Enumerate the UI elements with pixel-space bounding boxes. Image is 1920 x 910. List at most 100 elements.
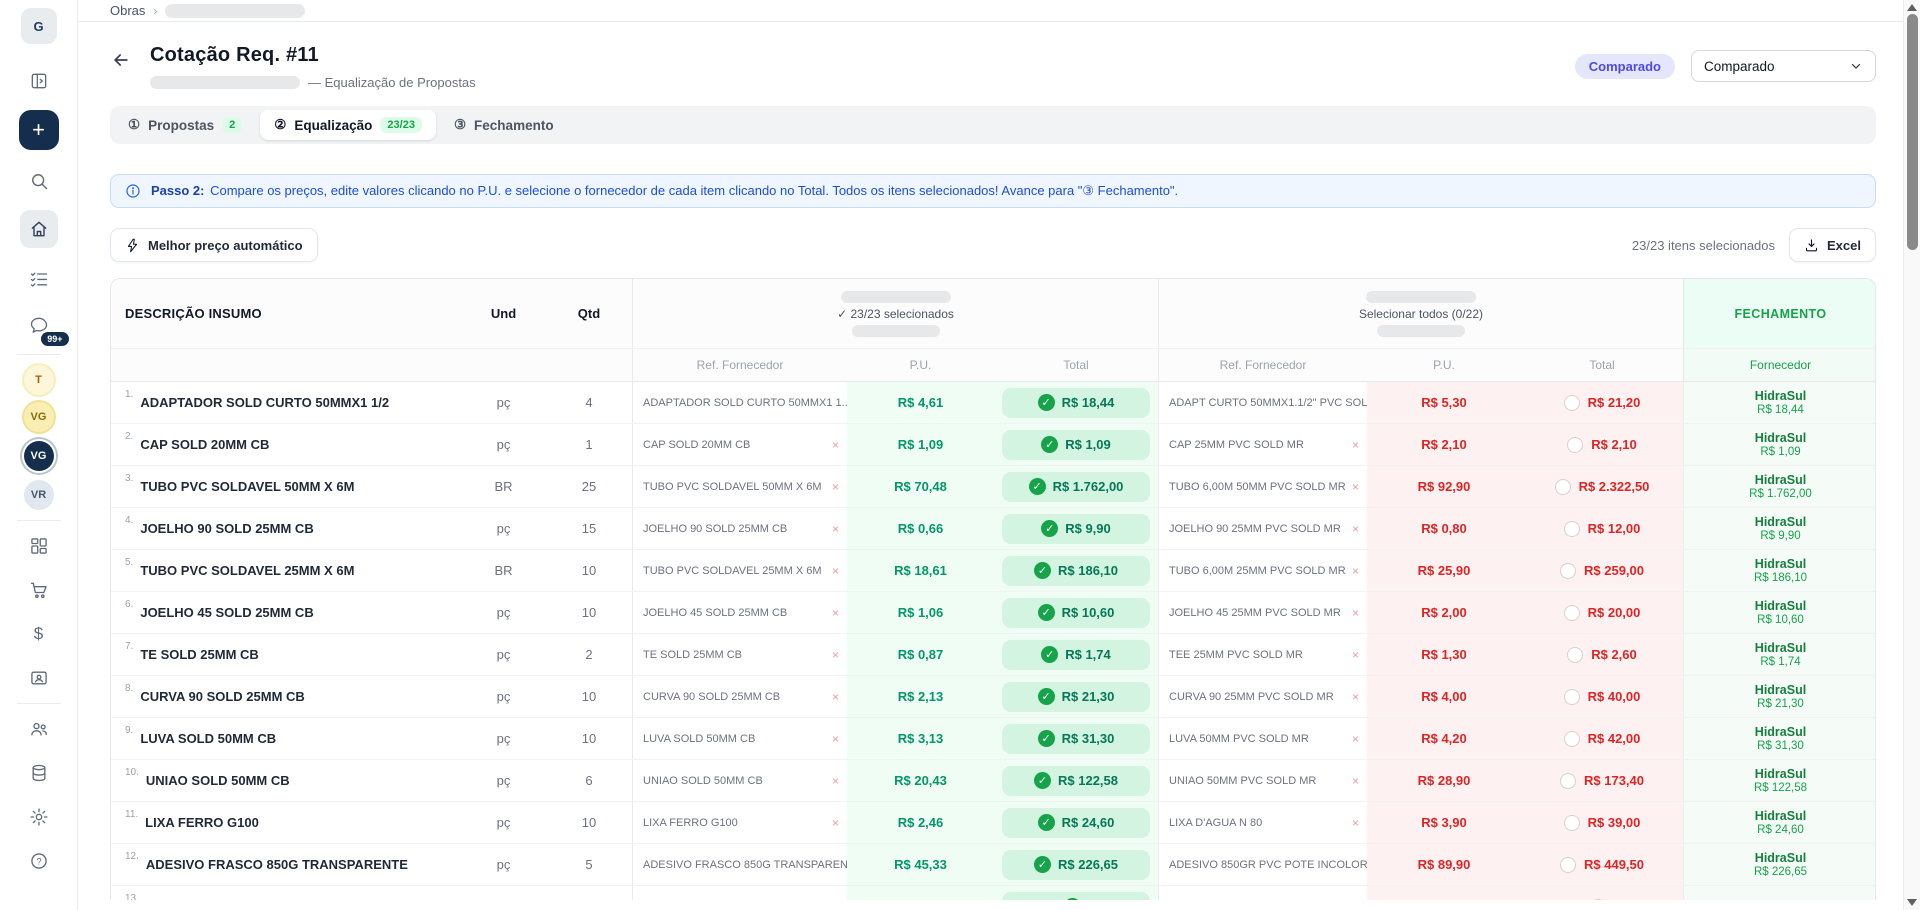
sidebar-toggle-icon[interactable] xyxy=(21,66,57,96)
supplier1-total-selected[interactable]: ✓ R$ 9,90 xyxy=(1002,514,1150,544)
remove-mapping-icon[interactable]: × xyxy=(832,606,839,620)
supplier1-total-selected[interactable]: ✓ R$ 1,09 xyxy=(1002,430,1150,460)
id-badge-icon[interactable] xyxy=(21,663,57,693)
supplier2-total-cell[interactable]: R$ 449,50 xyxy=(1521,844,1683,885)
supplier2-total-cell[interactable]: R$ 259,00 xyxy=(1521,550,1683,591)
supplier2-pu-cell[interactable]: R$ 3,90 xyxy=(1367,802,1521,843)
view-select[interactable]: Comparado xyxy=(1691,50,1876,82)
remove-mapping-icon[interactable]: × xyxy=(1352,480,1359,494)
supplier1-pu-cell[interactable]: R$ 1,06 xyxy=(847,592,994,633)
remove-mapping-icon[interactable]: × xyxy=(832,564,839,578)
supplier1-total-selected[interactable]: ✓ R$ 31,30 xyxy=(1002,724,1150,754)
remove-mapping-icon[interactable]: × xyxy=(832,774,839,788)
supplier2-pu-cell[interactable]: R$ 0,80 xyxy=(1367,508,1521,549)
add-button[interactable]: + xyxy=(19,110,59,150)
tab-equalizacao[interactable]: ② Equalização 23/23 xyxy=(260,110,436,140)
gear-icon[interactable] xyxy=(21,802,57,832)
supplier2-total-cell[interactable]: R$ 40,00 xyxy=(1521,676,1683,717)
supplier2-total-cell[interactable]: R$ 2.322,50 xyxy=(1521,466,1683,507)
supplier2-total-cell[interactable]: R$ 2,60 xyxy=(1521,634,1683,675)
supplier1-pu-cell[interactable]: R$ 3,13 xyxy=(847,718,994,759)
supplier1-total-selected[interactable]: ✓ R$ 186,10 xyxy=(1002,556,1150,586)
cart-icon[interactable] xyxy=(21,575,57,605)
supplier1-total-selected[interactable]: ✓ R$ 122,58 xyxy=(1002,766,1150,796)
supplier1-total-selected[interactable]: ✓ xyxy=(1002,892,1150,901)
supplier1-pu-cell[interactable]: R$ 45,33 xyxy=(847,844,994,885)
supplier1-total-selected[interactable]: ✓ R$ 226,65 xyxy=(1002,850,1150,880)
remove-mapping-icon[interactable]: × xyxy=(832,732,839,746)
supplier2-total-cell[interactable]: R$ 42,00 xyxy=(1521,718,1683,759)
supplier2-total-cell[interactable] xyxy=(1521,886,1683,900)
remove-mapping-icon[interactable]: × xyxy=(832,816,839,830)
supplier2-pu-cell[interactable]: R$ 28,90 xyxy=(1367,760,1521,801)
supplier2-select-all[interactable]: Selecionar todos (0/22) xyxy=(1359,307,1483,321)
supplier1-pu-cell[interactable]: R$ 0,87 xyxy=(847,634,994,675)
breadcrumb-root[interactable]: Obras xyxy=(110,3,145,18)
user-avatar-vg-selected[interactable]: VG xyxy=(24,441,54,471)
supplier2-total-cell[interactable]: R$ 2,10 xyxy=(1521,424,1683,465)
supplier2-pu-cell[interactable]: R$ 5,30 xyxy=(1367,382,1521,423)
excel-export-button[interactable]: Excel xyxy=(1789,228,1876,262)
supplier1-pu-cell[interactable]: R$ 1,09 xyxy=(847,424,994,465)
remove-mapping-icon[interactable]: × xyxy=(832,648,839,662)
supplier2-pu-cell[interactable]: R$ 89,90 xyxy=(1367,844,1521,885)
chat-icon[interactable]: 99+ xyxy=(21,310,57,340)
remove-mapping-icon[interactable]: × xyxy=(1352,438,1359,452)
supplier2-pu-cell[interactable]: R$ 2,00 xyxy=(1367,592,1521,633)
remove-mapping-icon[interactable]: × xyxy=(1352,648,1359,662)
user-avatar-vr[interactable]: VR xyxy=(24,480,54,510)
workspace-avatar[interactable]: G xyxy=(21,8,57,44)
database-icon[interactable] xyxy=(21,758,57,788)
scrollbar-up-arrow[interactable] xyxy=(1907,4,1917,11)
remove-mapping-icon[interactable]: × xyxy=(1352,816,1359,830)
supplier1-pu-cell[interactable]: R$ 20,43 xyxy=(847,760,994,801)
remove-mapping-icon[interactable]: × xyxy=(1352,690,1359,704)
vertical-scrollbar[interactable] xyxy=(1903,0,1920,910)
remove-mapping-icon[interactable]: × xyxy=(832,438,839,452)
remove-mapping-icon[interactable]: × xyxy=(832,690,839,704)
supplier2-pu-cell[interactable] xyxy=(1367,886,1521,900)
supplier1-pu-cell[interactable]: R$ 70,48 xyxy=(847,466,994,507)
remove-mapping-icon[interactable]: × xyxy=(1352,522,1359,536)
home-icon[interactable] xyxy=(20,210,58,248)
supplier1-total-selected[interactable]: ✓ R$ 24,60 xyxy=(1002,808,1150,838)
supplier2-total-cell[interactable]: R$ 20,00 xyxy=(1521,592,1683,633)
tab-fechamento[interactable]: ③ Fechamento xyxy=(440,110,568,140)
tab-propostas[interactable]: ① Propostas 2 xyxy=(114,110,256,140)
supplier2-total-cell[interactable]: R$ 21,20 xyxy=(1521,382,1683,423)
remove-mapping-icon[interactable]: × xyxy=(1352,606,1359,620)
supplier2-pu-cell[interactable]: R$ 4,00 xyxy=(1367,676,1521,717)
supplier1-total-selected[interactable]: ✓ R$ 21,30 xyxy=(1002,682,1150,712)
supplier2-pu-cell[interactable]: R$ 4,20 xyxy=(1367,718,1521,759)
supplier1-total-selected[interactable]: ✓ R$ 1.762,00 xyxy=(1002,472,1150,502)
supplier1-pu-cell[interactable]: R$ 18,61 xyxy=(847,550,994,591)
supplier2-pu-cell[interactable]: R$ 25,90 xyxy=(1367,550,1521,591)
user-avatar-t[interactable]: T xyxy=(24,365,54,395)
supplier1-pu-cell[interactable] xyxy=(847,886,994,900)
scrollbar-thumb[interactable] xyxy=(1907,14,1918,250)
users-icon[interactable] xyxy=(21,714,57,744)
supplier1-total-selected[interactable]: ✓ R$ 1,74 xyxy=(1002,640,1150,670)
help-icon[interactable]: ? xyxy=(21,846,57,876)
supplier1-pu-cell[interactable]: R$ 4,61 xyxy=(847,382,994,423)
remove-mapping-icon[interactable]: × xyxy=(1352,774,1359,788)
auto-best-price-button[interactable]: Melhor preço automático xyxy=(110,228,318,262)
scrollbar-down-arrow[interactable] xyxy=(1907,899,1917,906)
tasks-icon[interactable] xyxy=(21,264,57,294)
supplier2-total-cell[interactable]: R$ 173,40 xyxy=(1521,760,1683,801)
back-arrow-icon[interactable] xyxy=(110,49,132,71)
supplier2-total-cell[interactable]: R$ 39,00 xyxy=(1521,802,1683,843)
supplier1-pu-cell[interactable]: R$ 2,46 xyxy=(847,802,994,843)
supplier2-pu-cell[interactable]: R$ 2,10 xyxy=(1367,424,1521,465)
supplier2-pu-cell[interactable]: R$ 92,90 xyxy=(1367,466,1521,507)
supplier1-total-selected[interactable]: ✓ R$ 18,44 xyxy=(1002,388,1150,418)
supplier1-pu-cell[interactable]: R$ 2,13 xyxy=(847,676,994,717)
remove-mapping-icon[interactable]: × xyxy=(832,522,839,536)
search-icon[interactable] xyxy=(21,166,57,196)
finance-dollar-icon[interactable]: $ xyxy=(21,619,57,649)
user-avatar-vg[interactable]: VG xyxy=(24,402,54,432)
remove-mapping-icon[interactable]: × xyxy=(1352,564,1359,578)
supplier1-selection-label[interactable]: ✓ 23/23 selecionados xyxy=(837,307,954,321)
supplier1-total-selected[interactable]: ✓ R$ 10,60 xyxy=(1002,598,1150,628)
supplier2-total-cell[interactable]: R$ 12,00 xyxy=(1521,508,1683,549)
